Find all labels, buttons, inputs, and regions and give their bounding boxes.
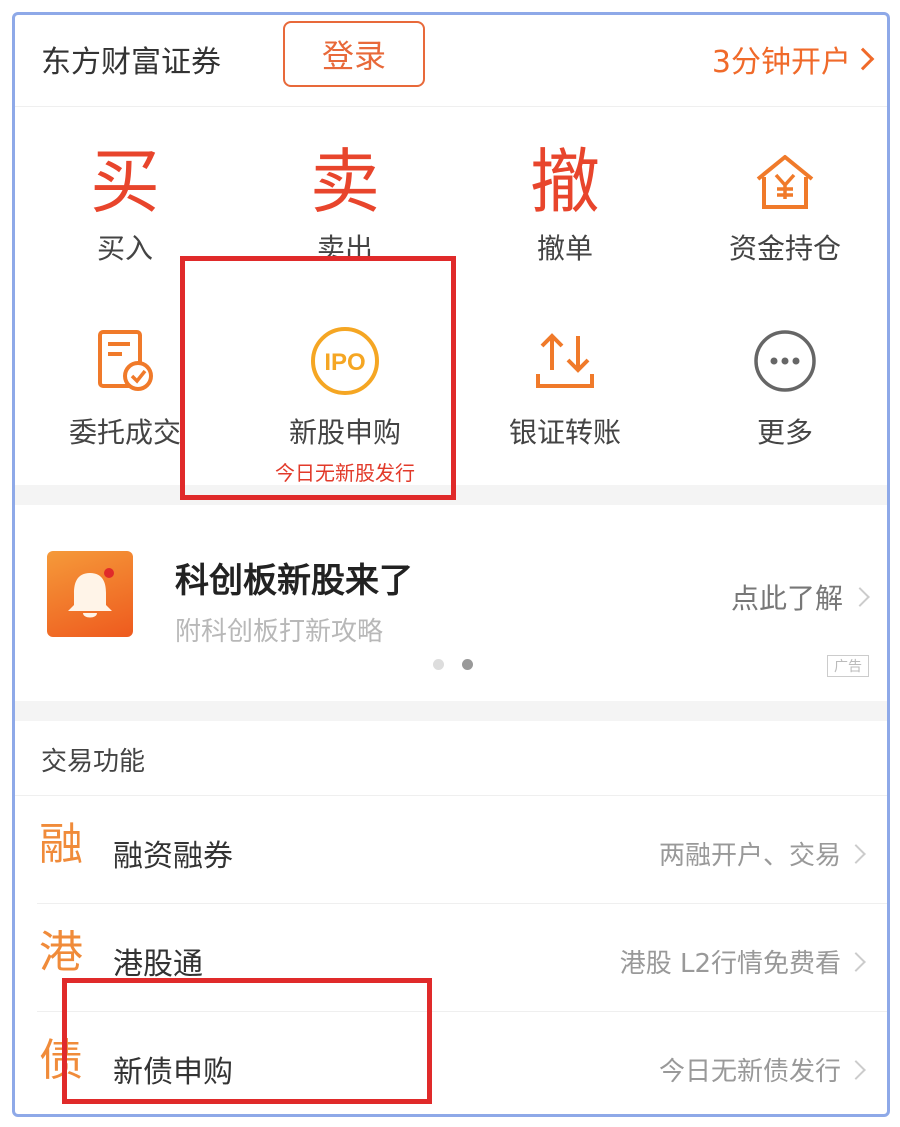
carousel-dot-active[interactable] bbox=[462, 659, 473, 670]
section-title: 交易功能 bbox=[41, 747, 146, 777]
grid-item-sell[interactable]: 卖 卖出 bbox=[235, 147, 455, 267]
brand-name: 东方财富证券 bbox=[41, 45, 221, 80]
divider bbox=[37, 903, 887, 904]
list-item-detail: 两融开户、交易 bbox=[658, 835, 866, 872]
list-item-detail-text: 今日无新债发行 bbox=[658, 1057, 841, 1087]
grid-item-label: 更多 bbox=[756, 416, 813, 449]
bond-glyph-icon: 债 bbox=[39, 1035, 83, 1086]
grid-item-ipo[interactable]: IPO 新股申购 今日无新股发行 bbox=[235, 321, 455, 486]
list-item-detail-text: 两融开户、交易 bbox=[658, 841, 841, 871]
more-dots-icon bbox=[675, 321, 887, 401]
list-item-detail-text: 港股 L2行情免费看 bbox=[619, 949, 841, 979]
grid-item-label: 银证转账 bbox=[508, 416, 621, 449]
open-account-link[interactable]: 3分钟开户 bbox=[711, 37, 875, 81]
login-button[interactable]: 登录 bbox=[283, 21, 425, 87]
carousel-dot[interactable] bbox=[433, 659, 444, 670]
chevron-right-icon bbox=[846, 843, 866, 864]
grid-item-funds[interactable]: 资金持仓 bbox=[675, 147, 887, 267]
section-divider bbox=[15, 701, 887, 721]
grid-item-label: 委托成交 bbox=[68, 416, 181, 449]
banner-learn-more-link[interactable]: 点此了解 bbox=[730, 577, 870, 617]
banner-title: 科创板新股来了 bbox=[175, 561, 413, 601]
grid-item-label: 资金持仓 bbox=[728, 232, 841, 265]
order-check-icon bbox=[15, 321, 235, 401]
sell-glyph-icon: 卖 bbox=[310, 141, 380, 223]
grid-item-label: 撤单 bbox=[536, 232, 593, 265]
divider bbox=[37, 1011, 887, 1012]
chevron-right-icon bbox=[846, 1059, 866, 1080]
list-item-hk-connect[interactable]: 港 港股通 港股 L2行情免费看 bbox=[15, 905, 887, 1011]
bell-icon bbox=[47, 551, 133, 637]
ad-tag: 广告 bbox=[827, 655, 869, 677]
ipo-icon: IPO bbox=[235, 321, 455, 401]
margin-glyph-icon: 融 bbox=[39, 819, 83, 870]
grid-item-sublabel: 今日无新股发行 bbox=[275, 461, 415, 485]
list-item-margin-trading[interactable]: 融 融资融券 两融开户、交易 bbox=[15, 797, 887, 903]
list-item-new-bond[interactable]: 债 新债申购 今日无新债发行 bbox=[15, 1013, 887, 1114]
list-item-label: 港股通 bbox=[113, 947, 203, 982]
banner-link-label: 点此了解 bbox=[730, 582, 843, 615]
grid-item-label: 卖出 bbox=[316, 232, 373, 265]
divider bbox=[15, 795, 887, 796]
ipo-icon-text: IPO bbox=[324, 349, 365, 376]
chevron-right-icon bbox=[846, 951, 866, 972]
app-frame: 东方财富证券 登录 3分钟开户 买 买入 卖 卖出 撤 撤单 资金持仓 委托成交… bbox=[12, 12, 890, 1117]
grid-item-label: 新股申购 bbox=[288, 416, 401, 449]
grid-item-cancel[interactable]: 撤 撤单 bbox=[455, 147, 675, 267]
house-yen-icon bbox=[675, 147, 887, 217]
list-item-detail: 今日无新债发行 bbox=[658, 1051, 866, 1088]
cancel-glyph-icon: 撤 bbox=[530, 141, 600, 223]
function-grid: 买 买入 卖 卖出 撤 撤单 资金持仓 委托成交 IPO 新股申购 今日无新股发… bbox=[15, 107, 887, 485]
list-item-detail: 港股 L2行情免费看 bbox=[619, 943, 866, 980]
header: 东方财富证券 登录 3分钟开户 bbox=[15, 15, 887, 107]
section-divider bbox=[15, 485, 887, 505]
chevron-right-icon bbox=[851, 47, 875, 71]
grid-item-orders[interactable]: 委托成交 bbox=[15, 321, 235, 451]
buy-glyph-icon: 买 bbox=[90, 141, 160, 223]
promo-banner[interactable]: 科创板新股来了 附科创板打新攻略 点此了解 广告 bbox=[15, 505, 887, 701]
transfer-arrows-icon bbox=[455, 321, 675, 401]
grid-item-transfer[interactable]: 银证转账 bbox=[455, 321, 675, 451]
banner-subtitle: 附科创板打新攻略 bbox=[175, 617, 384, 647]
carousel-indicator bbox=[433, 659, 473, 670]
chevron-right-icon bbox=[850, 587, 870, 607]
open-account-label: 3分钟开户 bbox=[711, 45, 851, 80]
grid-item-buy[interactable]: 买 买入 bbox=[15, 147, 235, 267]
hk-glyph-icon: 港 bbox=[39, 927, 83, 978]
grid-item-more[interactable]: 更多 bbox=[675, 321, 887, 451]
grid-item-label: 买入 bbox=[96, 232, 153, 265]
list-item-label: 新债申购 bbox=[113, 1055, 233, 1090]
list-item-label: 融资融券 bbox=[113, 839, 233, 874]
